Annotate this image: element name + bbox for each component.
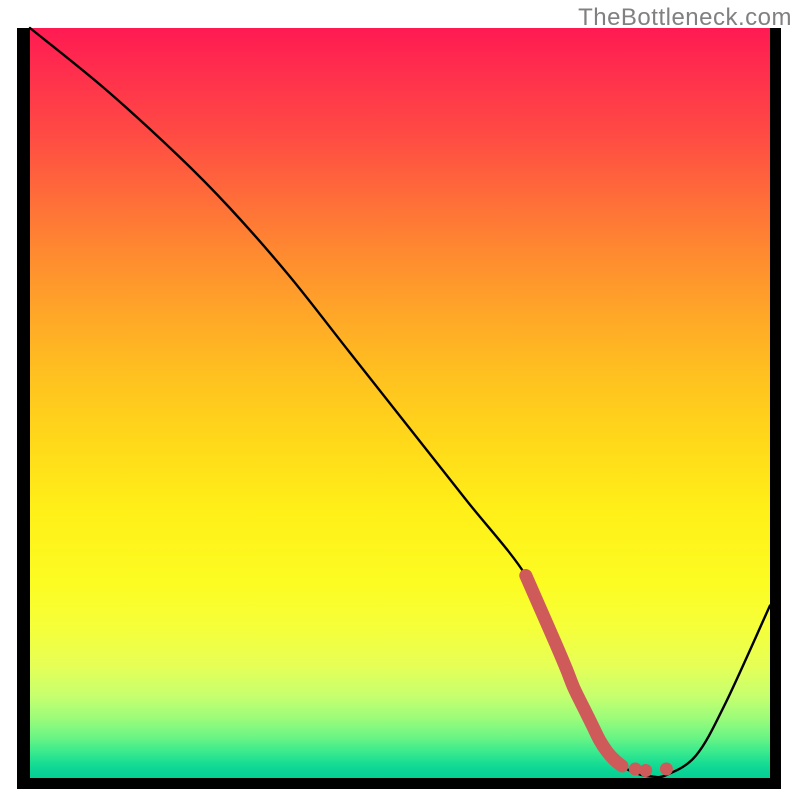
plot-area (30, 28, 770, 778)
watermark-text: TheBottleneck.com (578, 4, 792, 32)
dot-2 (639, 764, 652, 777)
dot-3 (660, 763, 673, 776)
dots-group (629, 763, 673, 778)
curve-layer (30, 28, 770, 778)
plot-border (17, 28, 781, 789)
heavy-segment (526, 576, 622, 767)
chart-container: TheBottleneck.com (0, 0, 800, 800)
main-curve (30, 28, 770, 777)
